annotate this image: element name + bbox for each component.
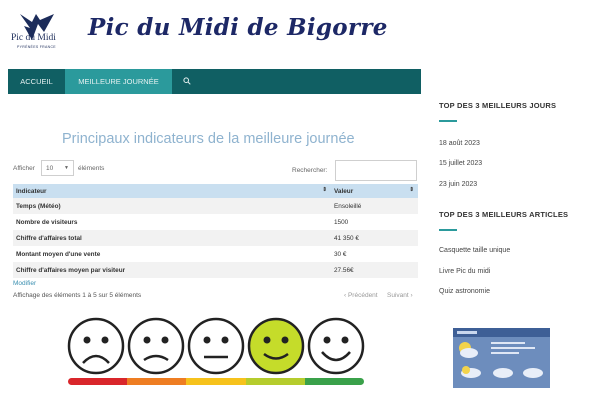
top-day-link[interactable]: 23 juin 2023	[439, 181, 477, 188]
top-articles-heading: TOP DES 3 MEILLEURS ARTICLES	[439, 210, 569, 219]
value-cell: 30 €	[334, 250, 347, 258]
search-icon	[183, 77, 191, 85]
entries-per-page-value: 10	[46, 165, 54, 172]
satisfaction-scale	[67, 317, 365, 375]
nav-search-button[interactable]	[172, 69, 202, 94]
pagination-info: Affichage des éléments 1 à 5 sur 5 éléme…	[13, 292, 142, 299]
value-cell: 41 350 €	[331, 230, 418, 246]
nav-item-accueil[interactable]: ACCUEIL	[8, 69, 65, 94]
weather-widget-graphic	[453, 328, 550, 388]
indicator-cell: Chiffre d'affaires moyen par visiteur	[13, 262, 331, 278]
previous-button[interactable]: ‹ Précédent	[344, 292, 378, 299]
table-row: Montant moyen d'une vente 30 €	[13, 246, 418, 262]
previous-label: ‹ Précédent	[344, 292, 378, 299]
top-day-link[interactable]: 15 juillet 2023	[439, 160, 482, 167]
top-articles-divider	[439, 229, 457, 231]
logo-name: Pic du Midi	[11, 33, 56, 43]
top-days-divider	[439, 120, 457, 122]
happy-face-icon[interactable]	[247, 317, 305, 375]
scale-segment-lime	[245, 378, 305, 385]
next-label: Suivant ›	[387, 292, 413, 299]
sort-icon: ⇕	[322, 187, 327, 193]
sort-icon: ⇕	[409, 187, 414, 193]
very-happy-face-icon[interactable]	[307, 317, 365, 375]
scale-segment-green	[304, 378, 364, 385]
scale-segment-red	[68, 378, 128, 385]
search-label: Rechercher:	[292, 167, 328, 174]
neutral-face-icon[interactable]	[187, 317, 245, 375]
modifier-link[interactable]: Modifier	[13, 280, 36, 287]
chevron-down-icon: ▼	[64, 165, 69, 171]
main-nav: ACCUEIL MEILLEURE JOURNÉE	[8, 69, 421, 94]
very-sad-face-icon[interactable]	[67, 317, 125, 375]
value-cell: 1500	[334, 218, 349, 226]
elements-label: éléments	[78, 165, 105, 172]
top-day-link[interactable]: 18 août 2023	[439, 140, 480, 147]
indicator-cell: Chiffre d'affaires total	[13, 230, 331, 246]
logo-subtitle: PYRÉNÉES FRANCE	[17, 45, 56, 49]
column-header-valeur[interactable]: Valeur ⇕	[331, 184, 418, 198]
top-days-heading: TOP DES 3 MEILLEURS JOURS	[439, 101, 557, 110]
indicator-cell: Nombre de visiteurs	[16, 218, 78, 226]
indicator-cell: Temps (Météo)	[13, 198, 331, 214]
table-row: Chiffre d'affaires total 41 350 €	[13, 230, 418, 246]
search-input[interactable]	[335, 160, 417, 181]
site-title: Pic du Midi de Bigorre	[88, 14, 388, 41]
column-header-label: Indicateur	[16, 187, 47, 195]
top-article-link[interactable]: Quiz astronomie	[439, 288, 490, 295]
top-article-link[interactable]: Casquette taille unique	[439, 247, 510, 254]
satisfaction-color-bar	[68, 378, 364, 385]
show-entries-label: Afficher	[13, 165, 35, 172]
table-row: Temps (Météo) Ensoleillé	[13, 198, 418, 214]
nav-item-meilleure-journee[interactable]: MEILLEURE JOURNÉE	[65, 69, 172, 94]
sad-face-icon[interactable]	[127, 317, 185, 375]
column-header-indicateur[interactable]: Indicateur ⇕	[13, 184, 331, 198]
scale-segment-yellow	[186, 378, 246, 385]
next-button[interactable]: Suivant ›	[387, 292, 413, 299]
indicator-cell: Montant moyen d'une vente	[16, 250, 101, 258]
entries-per-page-select[interactable]: 10 ▼	[41, 160, 74, 176]
table-row: Nombre de visiteurs 1500	[13, 214, 418, 230]
top-article-link[interactable]: Livre Pic du midi	[439, 268, 490, 275]
weather-widget-icon[interactable]	[453, 328, 550, 388]
indicators-table: Indicateur ⇕ Valeur ⇕ Temps (Météo) Enso…	[13, 184, 418, 278]
value-cell: Ensoleillé	[331, 198, 418, 214]
table-row: Chiffre d'affaires moyen par visiteur 27…	[13, 262, 418, 278]
page-title: Principaux indicateurs de la meilleure j…	[62, 131, 355, 147]
value-cell: 27.56€	[331, 262, 418, 278]
scale-segment-orange	[127, 378, 187, 385]
column-header-label: Valeur	[334, 187, 354, 195]
